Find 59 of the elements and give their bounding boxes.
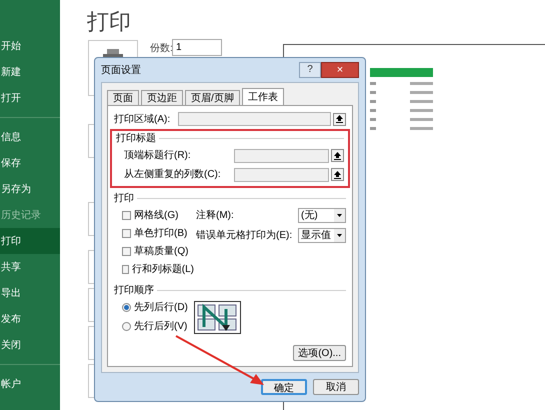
input-field[interactable] <box>234 168 329 182</box>
checkbox[interactable] <box>122 247 131 256</box>
radio-button[interactable] <box>122 322 131 331</box>
sidebar-item[interactable]: 打开 <box>0 85 60 111</box>
dialog-title: 页面设置 <box>101 64 141 78</box>
checkbox-label: 网格线(G) <box>134 208 178 223</box>
sidebar-item[interactable]: 关闭 <box>0 332 60 358</box>
dialog-tab[interactable]: 工作表 <box>242 88 284 105</box>
group-heading: 打印标题 <box>116 132 156 146</box>
sidebar-item[interactable]: 帐户 <box>0 371 60 397</box>
dialog-button[interactable]: 取消 <box>313 379 359 395</box>
radio-button[interactable] <box>122 303 131 312</box>
field-label: 错误单元格打印为(E): <box>196 228 294 243</box>
group-heading: 打印 <box>114 192 134 206</box>
checkbox[interactable] <box>122 211 131 220</box>
copies-field[interactable]: 1 <box>172 39 222 56</box>
sidebar-item[interactable]: 共享 <box>0 254 60 280</box>
radio-label: 先行后列(V) <box>134 320 188 334</box>
sidebar-item[interactable]: 发布 <box>0 306 60 332</box>
checkbox-label: 行和列标题(L) <box>132 262 194 277</box>
collapse-button[interactable] <box>331 149 344 162</box>
help-button[interactable]: ? <box>299 62 321 78</box>
sidebar-item[interactable]: 保存 <box>0 150 60 176</box>
sidebar-item[interactable]: 导出 <box>0 280 60 306</box>
dropdown[interactable]: 显示值 <box>298 228 346 243</box>
checkbox-label: 草稿质量(Q) <box>134 244 188 259</box>
copies-label: 份数: <box>150 42 173 56</box>
close-button[interactable]: × <box>321 62 359 78</box>
field-label: 顶端标题行(R): <box>124 148 192 163</box>
arrow-up-icon <box>336 115 343 123</box>
dialog-tab[interactable]: 页眉/页脚 <box>185 90 240 105</box>
field-label: 打印区域(A): <box>114 112 172 126</box>
sidebar-item[interactable]: 另存为 <box>0 176 60 202</box>
arrow-up-icon <box>334 170 341 178</box>
input-field[interactable] <box>178 112 331 126</box>
collapse-button[interactable] <box>333 112 346 126</box>
sidebar-item[interactable]: 打印 <box>0 228 60 254</box>
page-title: 打印 <box>87 8 131 36</box>
checkbox[interactable] <box>122 229 131 238</box>
input-field[interactable] <box>234 148 329 162</box>
dialog-tab[interactable]: 页面 <box>107 90 139 105</box>
radio-label: 先列后行(D) <box>134 300 188 315</box>
caret-icon <box>334 229 345 242</box>
field-label: 注释(M): <box>196 208 235 223</box>
checkbox[interactable] <box>122 265 129 274</box>
sidebar-item[interactable]: 信息 <box>0 124 60 150</box>
dialog-button[interactable]: 确定 <box>261 379 307 395</box>
caret-icon <box>334 209 345 222</box>
sidebar-item[interactable]: 新建 <box>0 59 60 85</box>
sidebar-item[interactable]: 开始 <box>0 33 60 59</box>
page-order-icon <box>194 300 241 334</box>
checkbox-label: 单色打印(B) <box>134 226 188 241</box>
dropdown[interactable]: (无) <box>298 208 346 223</box>
dialog-tab[interactable]: 页边距 <box>141 90 183 105</box>
options-button[interactable]: 选项(O)... <box>293 345 346 361</box>
collapse-button[interactable] <box>331 168 344 181</box>
field-label: 从左侧重复的列数(C): <box>124 168 222 182</box>
arrow-up-icon <box>334 152 341 160</box>
group-heading: 打印顺序 <box>114 284 154 298</box>
